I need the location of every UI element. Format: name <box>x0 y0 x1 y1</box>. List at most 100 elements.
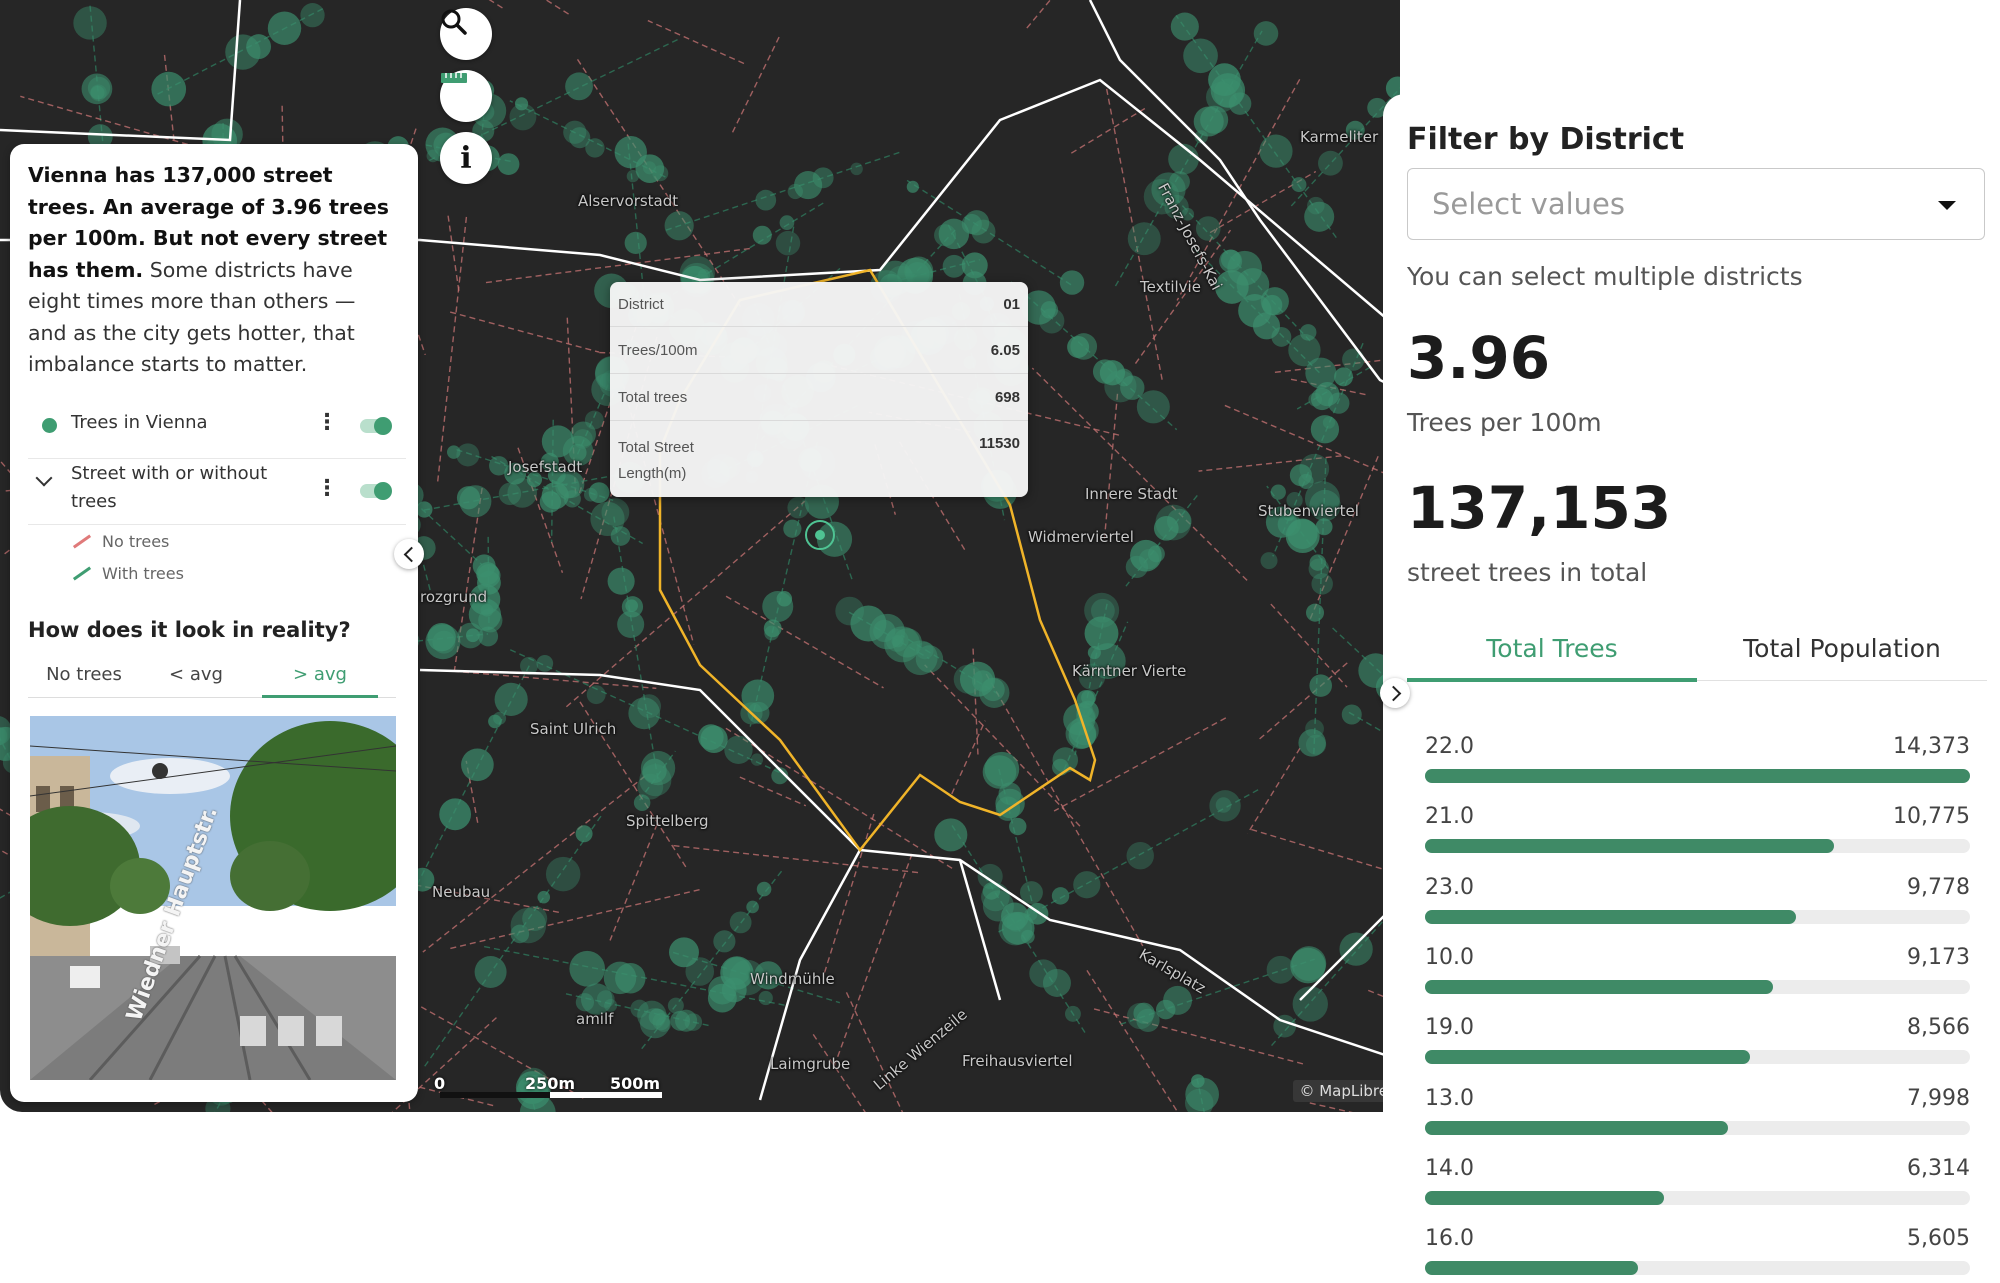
more-options-icon[interactable]: ⋮ <box>316 478 338 500</box>
story-panel: Vienna has 137,000 street trees. An aver… <box>10 144 418 1102</box>
tree-dot <box>510 924 530 944</box>
tree-dot <box>537 890 551 904</box>
tree-dot <box>729 911 752 934</box>
tree-dot <box>1051 887 1070 905</box>
tree-dot <box>1127 222 1161 256</box>
tab-below-avg[interactable]: < avg <box>140 664 252 685</box>
district-select[interactable]: Select values <box>1407 168 1985 240</box>
collapse-right-panel-button[interactable] <box>1380 678 1410 708</box>
tree-dot <box>669 937 699 968</box>
tree-dot <box>652 1012 670 1031</box>
tree-dot <box>615 962 646 994</box>
tree-dot <box>489 456 509 476</box>
district-label: 16.0 <box>1425 1226 1474 1252</box>
tree-dot <box>1019 881 1043 905</box>
tree-dot <box>1170 12 1199 41</box>
tree-dot <box>633 794 651 811</box>
search-icon <box>441 9 467 35</box>
bar-track <box>1425 1050 1970 1065</box>
tab-no-trees[interactable]: No trees <box>28 664 140 685</box>
ruler-icon <box>441 73 467 83</box>
tooltip-row-total-street-length: Total Street Length(m) 11530 <box>610 421 1028 497</box>
street-segment <box>1251 828 1400 876</box>
measure-button[interactable] <box>440 70 492 122</box>
bar-track <box>1425 769 1970 783</box>
tooltip-value: 6.05 <box>990 341 1020 359</box>
tree-dot <box>1220 249 1241 270</box>
street-segment <box>576 59 743 310</box>
tree-dot <box>1126 1002 1154 1030</box>
tree-dot <box>794 171 823 200</box>
map-label-kaerntner-viertel: Kärntner Vierte <box>1072 662 1187 680</box>
map-label-stubenviertel: Stubenviertel <box>1258 502 1359 520</box>
tooltip-value: 11530 <box>979 435 1020 452</box>
tab-above-avg[interactable]: > avg <box>262 664 378 685</box>
tree-dot <box>1029 959 1058 988</box>
tree-dot <box>698 724 724 750</box>
street-segment <box>669 844 919 874</box>
layer-toggle[interactable] <box>360 417 392 435</box>
tooltip-label: Trees/100m <box>618 341 698 359</box>
layer-street-trees[interactable]: Street with or without trees ⋮ <box>28 460 406 525</box>
tree-dot <box>667 997 684 1014</box>
tree-dot <box>776 591 793 607</box>
tree-dot <box>536 655 554 672</box>
district-label: 21.0 <box>1425 804 1474 830</box>
chevron-down-icon[interactable] <box>35 469 53 487</box>
street-segment <box>730 36 780 136</box>
tree-dot <box>1183 38 1218 74</box>
tree-dot <box>541 482 569 510</box>
map-label-laimgrube: Laimgrube <box>770 1055 851 1073</box>
district-value: 9,778 <box>1907 874 1970 900</box>
layer-toggle[interactable] <box>360 482 392 500</box>
map-label-josefstadt: Josefstadt <box>508 458 583 476</box>
tree-dot <box>465 628 480 643</box>
tree-dot <box>617 610 645 638</box>
tree-dot <box>590 501 625 537</box>
tree-dot <box>652 165 669 182</box>
tree-dot <box>575 825 593 843</box>
street-segment <box>951 720 986 795</box>
tree-dot <box>1339 932 1373 966</box>
layer-trees-in-vienna[interactable]: Trees in Vienna ⋮ <box>28 412 406 459</box>
collapse-left-panel-button[interactable] <box>394 539 424 569</box>
info-button[interactable]: i <box>440 132 492 184</box>
tree-dot <box>779 215 795 231</box>
tree-dot <box>1311 573 1333 595</box>
map-label-windmuehle: Windmühle <box>750 970 835 988</box>
tree-dot <box>959 661 996 697</box>
chevron-left-icon <box>403 546 419 562</box>
tree-dot <box>626 169 640 183</box>
tree-dot <box>1287 518 1318 549</box>
district-value: 10,775 <box>1893 804 1970 830</box>
street-segment <box>447 212 460 291</box>
tree-dot <box>637 694 662 718</box>
tooltip-row-trees-per-100m: Trees/100m 6.05 <box>610 327 1028 374</box>
tree-dot <box>1147 545 1165 563</box>
street-segment <box>1103 393 1119 539</box>
tree-dot <box>246 34 272 60</box>
tree-dot <box>906 180 919 193</box>
bar-fill <box>1425 1050 1750 1065</box>
street-photo: Wiedner Hauptstr. <box>30 716 396 1080</box>
tree-dot <box>456 443 480 467</box>
tree-dot <box>1342 348 1365 371</box>
more-options-icon[interactable]: ⋮ <box>316 412 338 434</box>
tab-total-trees[interactable]: Total Trees <box>1407 634 1697 663</box>
bar-track <box>1425 909 1970 924</box>
tree-dot <box>750 753 764 766</box>
bar-fill <box>1425 1261 1638 1276</box>
tooltip-row-total-trees: Total trees 698 <box>610 374 1028 421</box>
district-label: 14.0 <box>1425 1155 1474 1181</box>
bar-fill <box>1425 839 1834 854</box>
street-segment <box>1070 106 1148 154</box>
tree-dot <box>1291 177 1307 193</box>
map-label-neubau: Neubau <box>432 883 491 901</box>
tab-total-population[interactable]: Total Population <box>1697 634 1987 663</box>
map-attribution[interactable]: © MapLibre <box>1293 1080 1394 1102</box>
tree-dot <box>498 482 522 506</box>
search-button[interactable] <box>440 8 492 60</box>
map-label-amilf: amilf <box>576 1010 614 1028</box>
legend-label: No trees <box>102 532 170 551</box>
tree-dot <box>563 120 587 144</box>
